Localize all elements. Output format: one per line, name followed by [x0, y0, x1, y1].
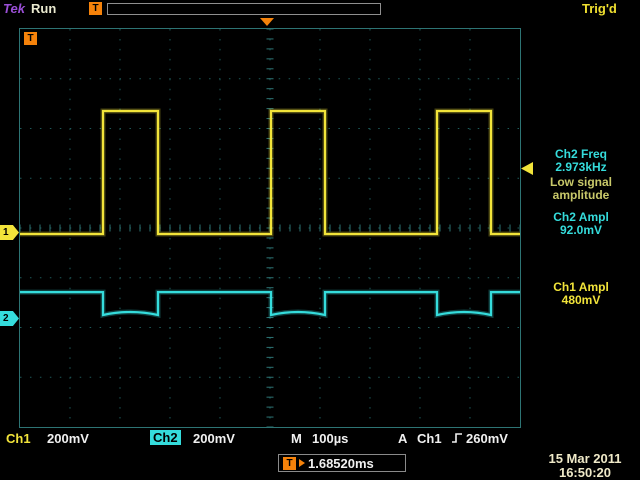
time-display: 16:50:20 [533, 466, 637, 480]
delay-value: 1.68520ms [308, 456, 374, 471]
record-position-bar [107, 3, 381, 15]
oscilloscope-screen: Tek Run T Trig'd T 1 2 Ch2 Freq 2.973kHz… [0, 0, 640, 480]
trigger-level-value: 260mV [466, 431, 508, 446]
ch2-freq-label: Ch2 Freq [526, 147, 636, 161]
trigger-mode-label: A [398, 431, 407, 446]
trigger-marker-icon: T [89, 2, 102, 15]
trigger-time-flag: T [24, 32, 37, 45]
ch2-ampl-label: Ch2 Ampl [526, 210, 636, 224]
ch1-ampl-value: 480mV [526, 293, 636, 307]
warning-line1: Low signal [526, 175, 636, 189]
horizontal-delay-readout: T 1.68520ms [278, 454, 406, 472]
date-display: 15 Mar 2011 [533, 452, 637, 466]
ch1-ampl-label: Ch1 Ampl [526, 280, 636, 294]
ch1-scale-label: Ch1 [6, 431, 31, 446]
graticule: T [19, 28, 521, 428]
delay-trigger-icon: T [283, 457, 296, 470]
ch2-ground-marker: 2 [0, 311, 19, 326]
trigger-status: Trig'd [582, 1, 617, 16]
ch1-scale-value: 200mV [47, 431, 89, 446]
timebase-label: M [291, 431, 302, 446]
rising-edge-icon [451, 431, 464, 445]
trigger-position-arrow-icon [260, 18, 274, 26]
tek-logo: Tek [3, 1, 25, 16]
ch1-trace [20, 111, 520, 234]
trigger-source: Ch1 [417, 431, 442, 446]
delay-arrow-icon [299, 459, 305, 467]
ch2-ampl-value: 92.0mV [526, 223, 636, 237]
timebase-value: 100µs [312, 431, 348, 446]
acquisition-status: Run [31, 1, 56, 16]
ch2-scale-value: 200mV [193, 431, 235, 446]
warning-line2: amplitude [526, 188, 636, 202]
ch1-ground-marker: 1 [0, 225, 19, 240]
ch2-freq-value: 2.973kHz [526, 160, 636, 174]
waveform-display [20, 29, 520, 427]
ch2-scale-badge: Ch2 [150, 430, 181, 445]
